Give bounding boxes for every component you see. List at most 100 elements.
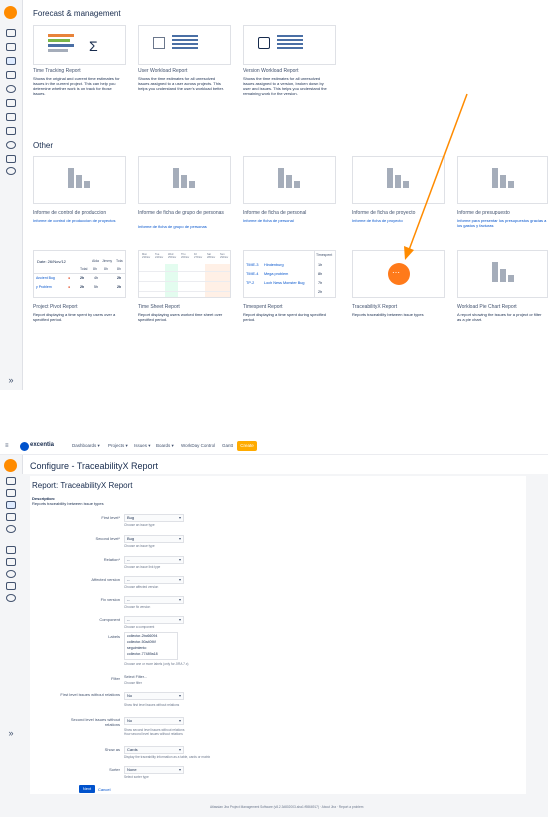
- releases-icon[interactable]: [6, 71, 16, 79]
- menu-icon[interactable]: ≡: [5, 443, 9, 449]
- label-option[interactable]: collector-77489a18: [127, 651, 177, 657]
- settings-icon[interactable]: [6, 167, 16, 175]
- nav-projects[interactable]: Projects ▾: [108, 443, 128, 449]
- report-card[interactable]: [243, 156, 336, 204]
- card-title[interactable]: Time Sheet Report: [138, 304, 180, 310]
- project-avatar-icon[interactable]: [4, 6, 17, 19]
- filter-help: Choose filter: [124, 681, 142, 685]
- filter-picker[interactable]: Select Filter...: [124, 675, 147, 679]
- first-level-select[interactable]: Bug: [124, 514, 184, 522]
- components-icon[interactable]: [6, 525, 16, 533]
- card-desc: Report displaying a time spent during sp…: [243, 312, 326, 322]
- show-as-help: Display the traceability information as …: [124, 755, 211, 759]
- ts-value: 2h: [318, 290, 323, 294]
- apps-icon[interactable]: [6, 546, 16, 554]
- component-select[interactable]: --: [124, 616, 184, 624]
- version-workload-card[interactable]: [243, 25, 336, 65]
- labels-multiselect[interactable]: collector-2bc66094 collector-50a40f4f se…: [124, 632, 178, 660]
- first-without-help: Show first level issues without relation…: [124, 703, 180, 707]
- affected-version-select[interactable]: --: [124, 576, 184, 584]
- time-sheet-card[interactable]: Mon 23/Nov Tue 24/Nov Wed 25/Nov Thu 26/…: [138, 250, 231, 298]
- board-icon[interactable]: [6, 43, 16, 51]
- footer-text: Atlassian Jira Project Management Softwa…: [210, 805, 364, 809]
- backlog-icon[interactable]: [6, 29, 16, 37]
- backlog-icon[interactable]: [6, 477, 16, 485]
- nav-boards[interactable]: Boards ▾: [156, 443, 174, 449]
- components-icon[interactable]: [6, 85, 16, 93]
- sorter-label: Sorter: [109, 767, 120, 772]
- card-title[interactable]: Informe de ficha de grupo de personas: [138, 210, 228, 216]
- ts-key: TP-2: [246, 281, 255, 285]
- card-title[interactable]: Project Pivot Report: [33, 304, 77, 310]
- jira-logo-icon[interactable]: [20, 442, 29, 451]
- card-title[interactable]: User Workload Report: [138, 68, 187, 74]
- ts-value: 7h: [318, 281, 323, 285]
- releases-icon[interactable]: [6, 513, 16, 521]
- brand-name[interactable]: excentia: [30, 442, 54, 448]
- card-title[interactable]: Workload Pie Chart Report: [457, 304, 517, 310]
- card-title[interactable]: Informe de ficha de personal: [243, 210, 306, 216]
- relation-select[interactable]: --: [124, 556, 184, 564]
- list-icon: [172, 35, 198, 51]
- nav-workday-control[interactable]: WorkDay Control: [181, 443, 215, 448]
- bar-chart-icon: [492, 262, 518, 282]
- clock-icon[interactable]: [6, 141, 16, 149]
- pages-icon[interactable]: [6, 127, 16, 135]
- sidebar: »: [0, 0, 23, 390]
- nav-issues[interactable]: Issues ▾: [134, 443, 151, 449]
- shortcut-icon[interactable]: [6, 155, 16, 163]
- settings-icon[interactable]: [6, 594, 16, 602]
- timespent-header: Timespent: [316, 253, 333, 257]
- thumb-bar: [48, 34, 74, 37]
- shortcut-icon[interactable]: [6, 582, 16, 590]
- reports-icon[interactable]: [6, 57, 16, 65]
- divider: [314, 251, 315, 297]
- affected-version-help: Choose affected version: [124, 585, 159, 589]
- card-title[interactable]: Version Workload Report: [243, 68, 299, 74]
- divider: [139, 281, 230, 282]
- pivot-row-label: Ancient Bug: [36, 276, 55, 280]
- relation-help: Choose an issue link type: [124, 565, 161, 569]
- ts-summary: Mega problem: [264, 272, 289, 276]
- report-title: Report: TraceabilityX Report: [32, 481, 133, 490]
- cancel-link[interactable]: Cancel: [98, 787, 110, 792]
- report-card[interactable]: [33, 156, 126, 204]
- day-label: Fri 27/Nov: [194, 253, 203, 259]
- card-desc: A report showing the issues for a projec…: [457, 312, 542, 322]
- create-button[interactable]: Create: [237, 441, 257, 451]
- pivot-cell: 4h: [94, 276, 98, 280]
- card-title[interactable]: Time Tracking Report: [33, 68, 81, 74]
- pages-icon[interactable]: [6, 558, 16, 566]
- project-avatar-icon[interactable]: [4, 459, 17, 472]
- sorter-help: Select sorter type: [124, 775, 149, 779]
- fix-version-select[interactable]: --: [124, 596, 184, 604]
- apps-icon[interactable]: [6, 113, 16, 121]
- first-without-select[interactable]: No: [124, 692, 184, 700]
- board-icon[interactable]: [6, 489, 16, 497]
- nav-gantt[interactable]: Gantt: [222, 443, 233, 448]
- report-card[interactable]: [138, 156, 231, 204]
- project-pivot-card[interactable]: Date: 26/Nov/12 Alda Jimmy Tota Total 8h…: [33, 250, 126, 298]
- user-workload-card[interactable]: [138, 25, 231, 65]
- nav-dashboards[interactable]: Dashboards ▾: [72, 443, 100, 449]
- card-title[interactable]: Timespent Report: [243, 304, 283, 310]
- reports-icon[interactable]: [6, 501, 16, 509]
- time-tracking-card[interactable]: Σ: [33, 25, 126, 65]
- next-button[interactable]: Next: [79, 785, 95, 793]
- card-title[interactable]: Informe de control de produccion: [33, 210, 106, 216]
- clock-icon[interactable]: [6, 570, 16, 578]
- show-as-select[interactable]: Cards: [124, 746, 184, 754]
- heart-icon[interactable]: [6, 99, 16, 107]
- share-icon: ⋯: [392, 268, 400, 277]
- collapse-sidebar-icon[interactable]: »: [4, 727, 18, 739]
- card-desc: Informe de ficha de personal: [243, 218, 294, 223]
- second-level-select[interactable]: Bug: [124, 535, 184, 543]
- timespent-card[interactable]: Timespent TIME-3 Hindenburg 1h TIME-4 Me…: [243, 250, 336, 298]
- list-icon: [277, 35, 303, 51]
- ts-key: TIME-3: [246, 263, 259, 267]
- card-title[interactable]: TraceabilityX Report: [352, 304, 397, 310]
- sorter-select[interactable]: None: [124, 766, 184, 774]
- second-without-select[interactable]: No: [124, 717, 184, 725]
- pivot-cell: 2h: [117, 276, 122, 280]
- collapse-sidebar-icon[interactable]: »: [4, 374, 18, 386]
